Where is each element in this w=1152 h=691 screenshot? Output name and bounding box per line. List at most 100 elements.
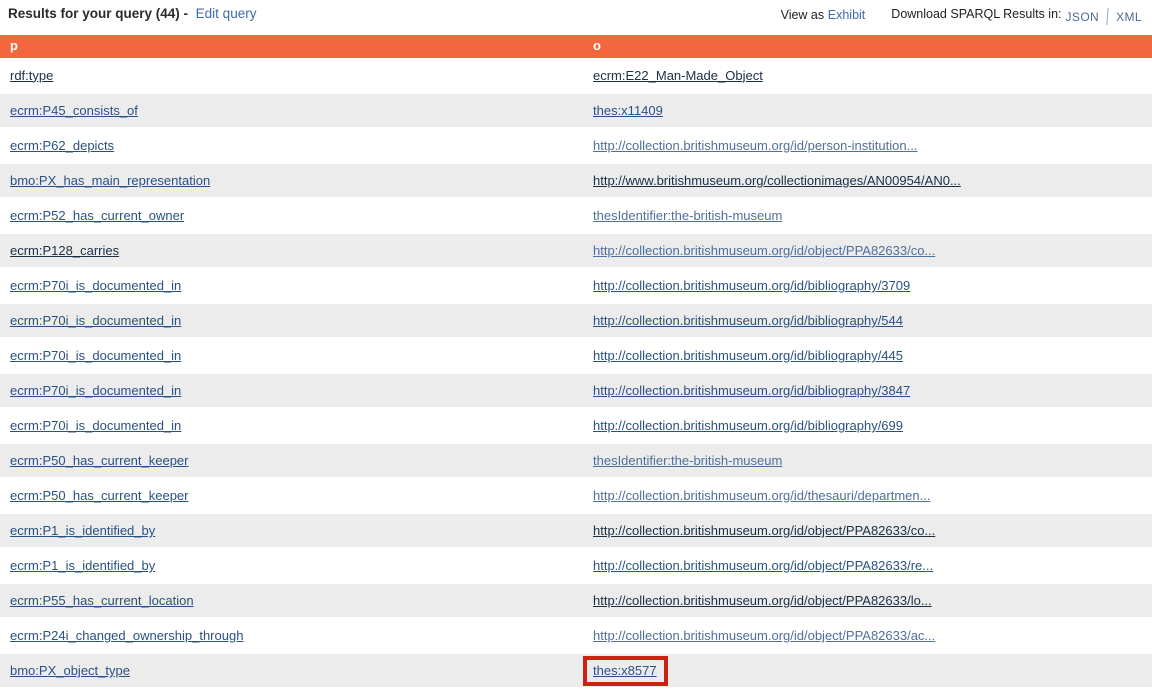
table-row: bmo:PX_object_type thes:x8577 <box>0 653 1152 688</box>
download-json-link[interactable]: JSON <box>1066 10 1100 24</box>
download-xml-link[interactable]: XML <box>1116 10 1142 24</box>
object-cell: thesIdentifier:the-british-museum <box>583 198 1152 233</box>
object-cell: http://collection.britishmuseum.org/id/o… <box>583 513 1152 548</box>
table-row: ecrm:P24i_changed_ownership_through http:… <box>0 618 1152 653</box>
exhibit-link[interactable]: Exhibit <box>828 8 866 22</box>
object-link[interactable]: http://www.britishmuseum.org/collectioni… <box>593 173 961 188</box>
predicate-link[interactable]: ecrm:P50_has_current_keeper <box>10 488 189 503</box>
table-row: ecrm:P128_carries http://collection.briti… <box>0 233 1152 268</box>
object-link[interactable]: http://collection.britishmuseum.org/id/o… <box>593 593 932 608</box>
object-link[interactable]: thes:x8577 <box>593 663 657 678</box>
predicate-cell: ecrm:P70i_is_documented_in <box>0 373 583 408</box>
table-row: ecrm:P70i_is_documented_in http://collect… <box>0 268 1152 303</box>
column-header-p: p <box>0 35 583 58</box>
table-row: ecrm:P70i_is_documented_in http://collect… <box>0 408 1152 443</box>
object-cell: http://collection.britishmuseum.org/id/b… <box>583 303 1152 338</box>
predicate-cell: ecrm:P50_has_current_keeper <box>0 443 583 478</box>
object-link[interactable]: thesIdentifier:the-british-museum <box>593 208 782 223</box>
predicate-cell: ecrm:P24i_changed_ownership_through <box>0 618 583 653</box>
table-row: ecrm:P70i_is_documented_in http://collect… <box>0 338 1152 373</box>
table-row: ecrm:P70i_is_documented_in http://collect… <box>0 303 1152 338</box>
predicate-cell: ecrm:P128_carries <box>0 233 583 268</box>
object-link[interactable]: http://collection.britishmuseum.org/id/o… <box>593 558 933 573</box>
predicate-link[interactable]: ecrm:P70i_is_documented_in <box>10 383 181 398</box>
predicate-link[interactable]: ecrm:P1_is_identified_by <box>10 558 155 573</box>
predicate-cell: ecrm:P50_has_current_keeper <box>0 478 583 513</box>
table-row: rdf:type ecrm:E22_Man-Made_Object <box>0 58 1152 93</box>
predicate-link[interactable]: bmo:PX_object_type <box>10 663 130 678</box>
object-link[interactable]: http://collection.britishmuseum.org/id/p… <box>593 138 917 153</box>
table-row: ecrm:P70i_is_documented_in http://collect… <box>0 373 1152 408</box>
object-link[interactable]: http://collection.britishmuseum.org/id/o… <box>593 523 935 538</box>
view-as-group: View as Exhibit <box>781 6 866 22</box>
object-cell: http://collection.britishmuseum.org/id/b… <box>583 408 1152 443</box>
object-link[interactable]: http://collection.britishmuseum.org/id/t… <box>593 488 930 503</box>
predicate-link[interactable]: ecrm:P50_has_current_keeper <box>10 453 189 468</box>
table-row: ecrm:P1_is_identified_by http://collectio… <box>0 548 1152 583</box>
predicate-cell: ecrm:P70i_is_documented_in <box>0 303 583 338</box>
object-link[interactable]: http://collection.britishmuseum.org/id/o… <box>593 243 935 258</box>
object-cell: http://collection.britishmuseum.org/id/o… <box>583 618 1152 653</box>
divider <box>1107 8 1109 25</box>
predicate-link[interactable]: ecrm:P70i_is_documented_in <box>10 348 181 363</box>
object-cell: ecrm:E22_Man-Made_Object <box>583 58 1152 93</box>
table-row: ecrm:P50_has_current_keeper thesIdentifie… <box>0 443 1152 478</box>
object-link[interactable]: http://collection.britishmuseum.org/id/b… <box>593 278 910 293</box>
object-link[interactable]: ecrm:E22_Man-Made_Object <box>593 68 763 83</box>
predicate-cell: ecrm:P1_is_identified_by <box>0 548 583 583</box>
table-row: ecrm:P52_has_current_owner thesIdentifier… <box>0 198 1152 233</box>
predicate-link[interactable]: ecrm:P1_is_identified_by <box>10 523 155 538</box>
predicate-link[interactable]: rdf:type <box>10 68 53 83</box>
predicate-link[interactable]: ecrm:P55_has_current_location <box>10 593 194 608</box>
predicate-link[interactable]: ecrm:P70i_is_documented_in <box>10 418 181 433</box>
column-header-o: o <box>583 35 1152 58</box>
object-link[interactable]: thes:x11409 <box>593 103 663 118</box>
predicate-link[interactable]: ecrm:P52_has_current_owner <box>10 208 184 223</box>
table-row: ecrm:P55_has_current_location http://coll… <box>0 583 1152 618</box>
download-label: Download SPARQL Results in: <box>891 6 1061 21</box>
predicate-cell: ecrm:P70i_is_documented_in <box>0 268 583 303</box>
download-group: Download SPARQL Results in: JSON XML <box>891 6 1146 23</box>
object-cell: thesIdentifier:the-british-museum <box>583 443 1152 478</box>
predicate-cell: ecrm:P70i_is_documented_in <box>0 338 583 373</box>
results-title-group: Results for your query (44) - Edit query <box>8 6 256 21</box>
object-cell: http://www.britishmuseum.org/collectioni… <box>583 163 1152 198</box>
predicate-cell: ecrm:P70i_is_documented_in <box>0 408 583 443</box>
table-row: ecrm:P45_consists_of thes:x11409 <box>0 93 1152 128</box>
predicate-link[interactable]: ecrm:P45_consists_of <box>10 103 138 118</box>
object-cell: thes:x8577 <box>583 653 1152 688</box>
predicate-cell: bmo:PX_has_main_representation <box>0 163 583 198</box>
object-link[interactable]: http://collection.britishmuseum.org/id/b… <box>593 418 903 433</box>
predicate-link[interactable]: bmo:PX_has_main_representation <box>10 173 210 188</box>
table-row: ecrm:P62_depicts http://collection.britis… <box>0 128 1152 163</box>
predicate-cell: ecrm:P62_depicts <box>0 128 583 163</box>
object-link[interactable]: thesIdentifier:the-british-museum <box>593 453 782 468</box>
table-row: ecrm:P50_has_current_keeper http://collec… <box>0 478 1152 513</box>
predicate-cell: bmo:PX_object_type <box>0 653 583 688</box>
top-right-controls: View as Exhibit Download SPARQL Results … <box>781 6 1146 23</box>
predicate-link[interactable]: ecrm:P70i_is_documented_in <box>10 313 181 328</box>
highlight-box: thes:x8577 <box>583 656 668 686</box>
results-table: p o rdf:type ecrm:E22_Man-Made_Objectecrm… <box>0 35 1152 689</box>
predicate-link[interactable]: ecrm:P24i_changed_ownership_through <box>10 628 243 643</box>
predicate-link[interactable]: ecrm:P62_depicts <box>10 138 114 153</box>
table-row: bmo:PX_has_main_representation http://www… <box>0 163 1152 198</box>
results-title: Results for your query (44) - <box>8 6 188 21</box>
object-cell: http://collection.britishmuseum.org/id/p… <box>583 128 1152 163</box>
object-link[interactable]: http://collection.britishmuseum.org/id/b… <box>593 313 903 328</box>
predicate-cell: ecrm:P55_has_current_location <box>0 583 583 618</box>
top-bar: Results for your query (44) - Edit query… <box>0 0 1152 35</box>
predicate-link[interactable]: ecrm:P70i_is_documented_in <box>10 278 181 293</box>
object-cell: thes:x11409 <box>583 93 1152 128</box>
object-cell: http://collection.britishmuseum.org/id/b… <box>583 338 1152 373</box>
object-link[interactable]: http://collection.britishmuseum.org/id/o… <box>593 628 935 643</box>
object-cell: http://collection.britishmuseum.org/id/o… <box>583 233 1152 268</box>
predicate-cell: ecrm:P45_consists_of <box>0 93 583 128</box>
predicate-link[interactable]: ecrm:P128_carries <box>10 243 119 258</box>
edit-query-link[interactable]: Edit query <box>196 6 257 21</box>
object-link[interactable]: http://collection.britishmuseum.org/id/b… <box>593 348 903 363</box>
object-link[interactable]: http://collection.britishmuseum.org/id/b… <box>593 383 910 398</box>
table-row: ecrm:P1_is_identified_by http://collectio… <box>0 513 1152 548</box>
object-cell: http://collection.britishmuseum.org/id/b… <box>583 268 1152 303</box>
table-header-row: p o <box>0 35 1152 58</box>
